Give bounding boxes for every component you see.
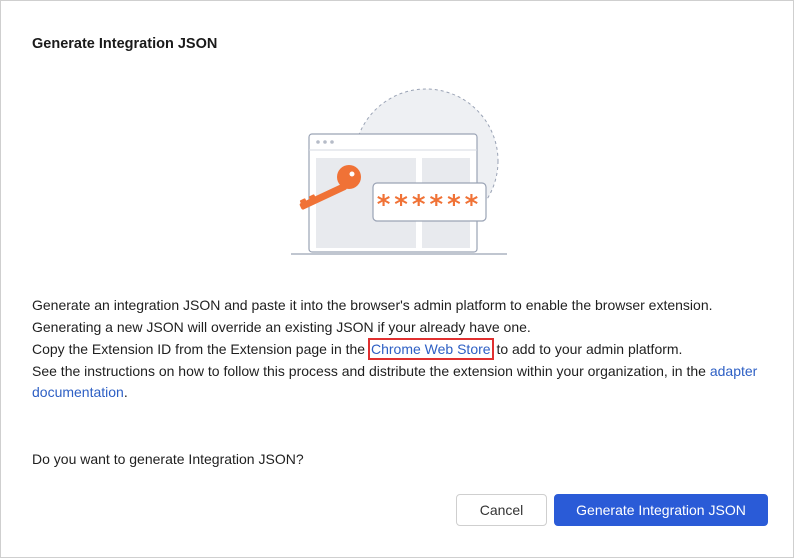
description-line-1: Generate an integration JSON and paste i… <box>32 297 713 313</box>
description-line-4: See the instructions on how to follow th… <box>32 362 758 401</box>
chrome-web-store-link[interactable]: Chrome Web Store <box>371 341 491 357</box>
description-line-3: Copy the Extension ID from the Extension… <box>32 338 772 361</box>
generate-json-dialog: Generate Integration JSON ****** Generat… <box>0 0 794 558</box>
dialog-title: Generate Integration JSON <box>32 36 218 52</box>
confirmation-question: Do you want to generate Integration JSON… <box>32 451 304 467</box>
description-line-2: Generating a new JSON will override an e… <box>32 318 531 335</box>
chrome-web-store-highlight: Chrome Web Store <box>367 338 494 360</box>
cancel-button[interactable]: Cancel <box>456 494 547 526</box>
password-field-mask: ****** <box>376 190 483 220</box>
generate-json-button[interactable]: Generate Integration JSON <box>554 494 768 526</box>
key-password-illustration: ****** <box>286 81 516 261</box>
dialog-description: Generate an integration JSON and paste i… <box>32 295 772 404</box>
